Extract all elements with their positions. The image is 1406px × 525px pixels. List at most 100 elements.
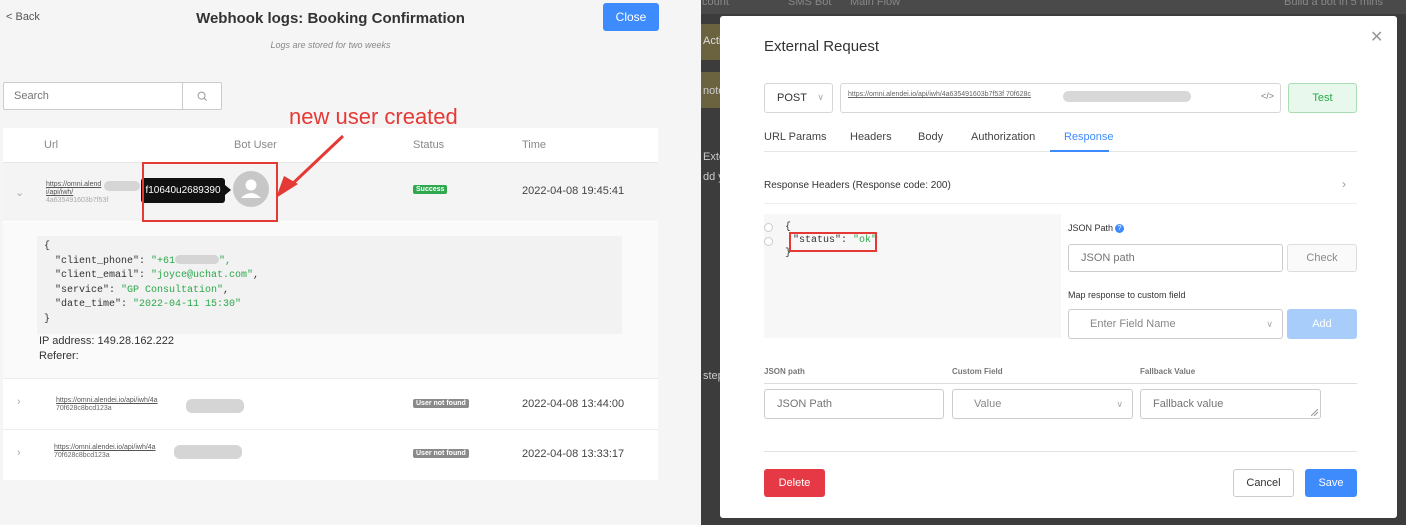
page-title: Webhook logs: Booking Confirmation (196, 10, 465, 27)
search-box (3, 82, 222, 110)
resize-handle-icon[interactable] (1311, 409, 1318, 416)
json-value: "+61 (151, 255, 176, 267)
row-url[interactable]: https://omni.alend i/api/iwh/ 4a63549160… (46, 181, 108, 205)
tab-authorization[interactable]: Authorization (971, 131, 1035, 143)
radio-button[interactable] (764, 237, 773, 246)
mapping-value-select[interactable]: Value ∨ (952, 389, 1133, 419)
mapping-divider (764, 383, 1357, 384)
json-value: "2022-04-11 15:30" (133, 299, 242, 310)
code-icon[interactable]: </> (1261, 91, 1274, 101)
column-header-status: Status (413, 139, 445, 151)
method-select[interactable]: POST ∨ (764, 83, 833, 113)
annotation-label: new user created (289, 104, 458, 129)
method-value: POST (777, 92, 807, 104)
json-value: "joyce@uchat.com" (151, 270, 254, 281)
json-key: "client_phone": (55, 255, 152, 267)
mapping-json-path-input[interactable] (765, 390, 943, 418)
row-url[interactable]: https://omni.alendei.io/api/iwh/4a 70f62… (54, 444, 156, 460)
ip-address: IP address: 149.28.162.222 (39, 335, 174, 347)
radio-button[interactable] (764, 223, 773, 232)
mapping-fallback-field (1140, 389, 1321, 419)
url-line: 4a635491603b7f53f (46, 197, 109, 204)
delete-button[interactable]: Delete (764, 469, 825, 497)
chevron-right-icon[interactable]: › (17, 396, 21, 408)
tab-body[interactable]: Body (918, 131, 943, 143)
mapping-header-json-path: JSON path (764, 367, 805, 376)
payload-json: { "client_phone": "+61 ", "client_email":… (37, 236, 622, 334)
referer: Referer: (39, 350, 79, 362)
close-icon[interactable]: ✕ (1370, 27, 1383, 47)
close-button[interactable]: Close (603, 3, 659, 31)
backdrop-breadcrumb: SMS Bot (788, 0, 832, 8)
url-line: i/api/iwh/ (46, 189, 74, 196)
chevron-right-icon[interactable]: › (17, 447, 21, 459)
row-time: 2022-04-08 13:33:17 (522, 448, 625, 460)
url-line: https://omni.alendei.io/api/iwh/4a (54, 444, 156, 451)
section-divider (764, 203, 1357, 204)
json-brace: } (44, 313, 51, 325)
help-icon[interactable]: ? (1115, 224, 1125, 233)
custom-field-placeholder: Enter Field Name (1090, 318, 1176, 330)
add-button[interactable]: Add (1287, 309, 1357, 339)
mapping-json-path-field (764, 389, 944, 419)
json-path-input[interactable] (1069, 245, 1282, 271)
mapping-fallback-input[interactable] (1141, 390, 1320, 418)
check-button[interactable]: Check (1287, 244, 1357, 272)
backdrop-breadcrumb: count (702, 0, 729, 8)
retention-note: Logs are stored for two weeks (270, 40, 391, 50)
url-line: 70f628c8bcd123a (54, 452, 110, 459)
backdrop-text: Acti (703, 35, 722, 47)
chevron-down-icon: ∨ (1266, 319, 1273, 329)
json-value: "GP Consultation" (121, 284, 224, 296)
redacted-blur (1063, 91, 1191, 102)
chevron-right-icon[interactable]: › (1342, 177, 1346, 191)
tab-url-params[interactable]: URL Params (764, 131, 827, 143)
mapping-header-fallback: Fallback Value (1140, 367, 1196, 376)
save-button[interactable]: Save (1305, 469, 1357, 497)
json-brace: { (44, 241, 51, 252)
redacted-blur (174, 445, 242, 459)
column-header-time: Time (522, 139, 547, 151)
modal-title: External Request (764, 38, 880, 55)
chevron-down-icon[interactable]: ⌄ (15, 186, 24, 199)
annotation-highlight-box (789, 232, 877, 252)
backdrop-breadcrumb: Main Flow (850, 0, 901, 8)
url-line: https://omni.alendei.io/api/iwh/4a (56, 397, 158, 404)
url-line: 70f628c8bcd123a (56, 405, 112, 412)
url-field[interactable]: https://omni.alendei.io/api/iwh/4a635491… (840, 83, 1281, 113)
cancel-button[interactable]: Cancel (1233, 469, 1294, 497)
footer-divider (764, 451, 1357, 452)
tab-response[interactable]: Response (1064, 131, 1114, 143)
search-button[interactable] (182, 83, 222, 109)
redacted-blur (104, 181, 140, 191)
json-key: "client_email": (55, 270, 152, 281)
redacted-blur (186, 399, 244, 413)
json-key: "service": (55, 284, 122, 296)
response-headers-toggle[interactable]: Response Headers (Response code: 200) (764, 180, 951, 191)
tab-headers[interactable]: Headers (850, 131, 892, 143)
search-input[interactable] (4, 83, 182, 109)
json-comma: , (223, 284, 230, 296)
row-time: 2022-04-08 13:44:00 (522, 398, 625, 410)
json-path-label: JSON Path? (1068, 223, 1125, 233)
annotation-arrow-icon (276, 134, 345, 198)
mapping-header-custom-field: Custom Field (952, 367, 1003, 376)
status-badge: User not found (413, 399, 469, 408)
custom-field-select[interactable]: Enter Field Name ∨ (1068, 309, 1283, 339)
column-header-url: Url (44, 139, 59, 151)
json-key: "date_time": (55, 299, 134, 310)
json-comma: , (253, 270, 260, 281)
test-button[interactable]: Test (1288, 83, 1357, 113)
json-path-field (1068, 244, 1283, 272)
map-field-label: Map response to custom field (1068, 290, 1186, 300)
url-line: https://omni.alend (46, 181, 102, 188)
row-time: 2022-04-08 19:45:41 (522, 185, 625, 197)
redacted-blur (175, 254, 220, 264)
row-url[interactable]: https://omni.alendei.io/api/iwh/4a 70f62… (56, 397, 158, 413)
search-icon (197, 91, 207, 101)
mapping-value-placeholder: Value (974, 398, 1002, 410)
status-badge: User not found (413, 449, 469, 458)
url-value: https://omni.alendei.io/api/iwh/4a635491… (848, 91, 1031, 98)
chevron-down-icon: ∨ (817, 92, 824, 102)
status-badge: Success (413, 185, 448, 194)
